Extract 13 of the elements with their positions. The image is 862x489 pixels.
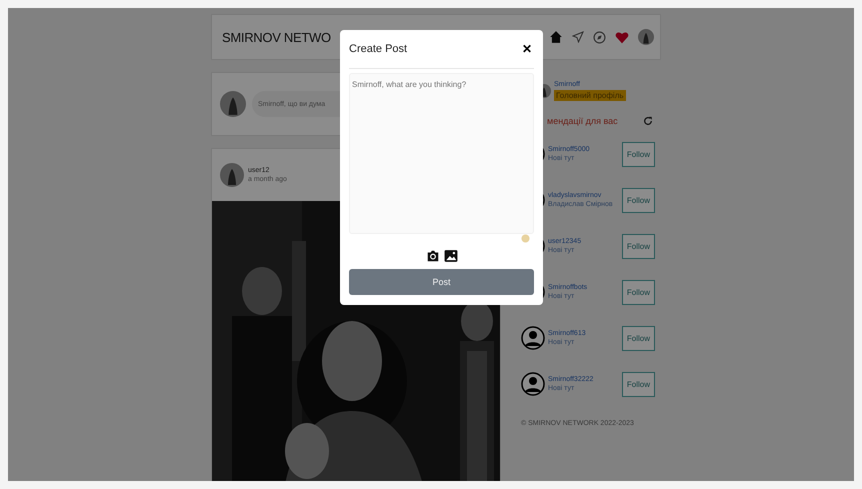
post-text-field[interactable]: Smirnoff, what are you thinking?	[349, 73, 534, 234]
follow-button[interactable]: Follow	[622, 326, 655, 350]
follow-button[interactable]: Follow	[622, 234, 655, 258]
brand-title: SMIRNOV NETWO	[222, 30, 331, 44]
follow-button[interactable]: Follow	[622, 372, 655, 396]
post-button[interactable]: Post	[349, 269, 534, 295]
profile-tag: Головний профіль	[554, 90, 626, 101]
dialog-title: Create Post	[349, 43, 408, 55]
follow-button[interactable]: Follow	[622, 280, 655, 304]
follow-button[interactable]: Follow	[622, 142, 655, 166]
suggestions-title: мендації для вас	[547, 116, 618, 126]
close-button[interactable]: ✕	[520, 42, 534, 56]
follow-button[interactable]: Follow	[622, 188, 655, 212]
